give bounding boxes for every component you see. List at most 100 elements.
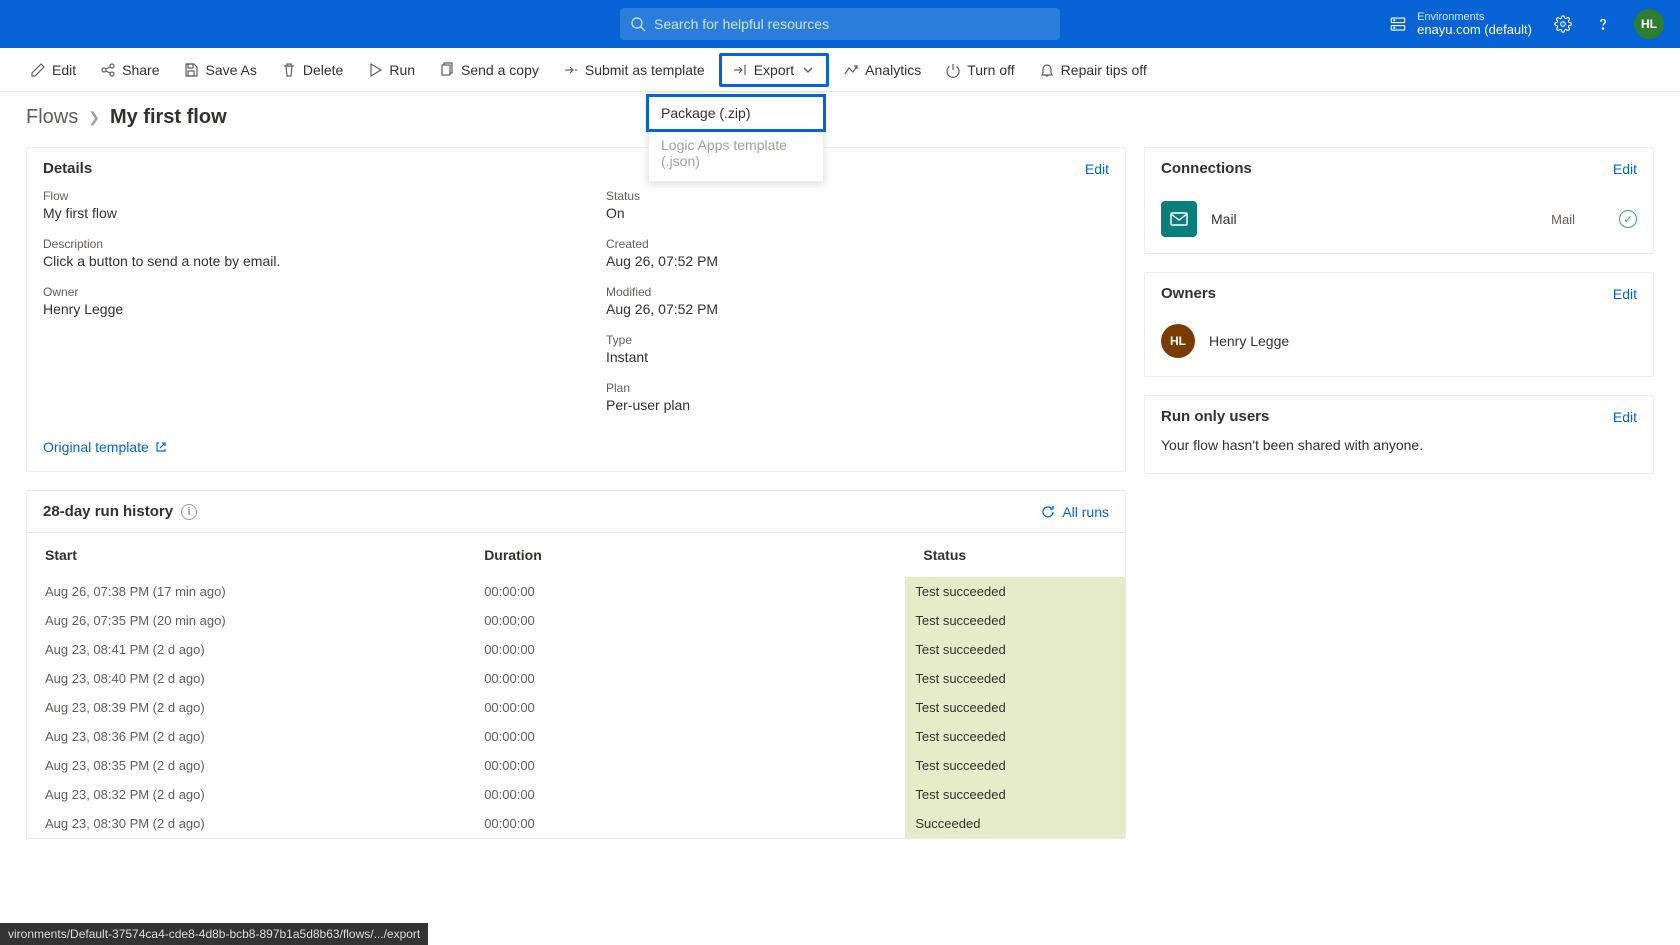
details-edit-link[interactable]: Edit: [1085, 161, 1109, 177]
connections-card: Connections Edit Mail Mail ✓: [1144, 147, 1654, 254]
share-button[interactable]: Share: [90, 56, 169, 84]
table-row[interactable]: Aug 23, 08:35 PM (2 d ago)00:00:00Test s…: [27, 751, 1125, 780]
info-icon[interactable]: i: [181, 504, 197, 520]
created-label: Created: [606, 237, 1109, 251]
table-row[interactable]: Aug 23, 08:36 PM (2 d ago)00:00:00Test s…: [27, 722, 1125, 751]
col-duration: Duration: [466, 533, 905, 578]
table-row[interactable]: Aug 23, 08:40 PM (2 d ago)00:00:00Test s…: [27, 664, 1125, 693]
export-button[interactable]: Export: [719, 53, 829, 87]
submit-template-button[interactable]: Submit as template: [553, 56, 715, 84]
help-button[interactable]: [1594, 15, 1612, 33]
table-row[interactable]: Aug 26, 07:35 PM (20 min ago)00:00:00Tes…: [27, 606, 1125, 635]
status-url: vironments/Default-37574ca4-cde8-4d8b-bc…: [0, 923, 428, 945]
analytics-button[interactable]: Analytics: [833, 56, 931, 84]
analytics-label: Analytics: [865, 62, 921, 78]
plan-label: Plan: [606, 381, 1109, 395]
save-icon: [183, 62, 199, 78]
settings-button[interactable]: [1554, 15, 1572, 33]
mail-icon: [1161, 201, 1197, 237]
run-only-users-edit-link[interactable]: Edit: [1613, 409, 1637, 425]
export-package-zip[interactable]: Package (.zip): [646, 94, 826, 132]
search-box[interactable]: [620, 8, 1060, 40]
all-runs-link[interactable]: All runs: [1040, 504, 1109, 520]
table-row[interactable]: Aug 23, 08:41 PM (2 d ago)00:00:00Test s…: [27, 635, 1125, 664]
run-start: Aug 23, 08:36 PM (2 d ago): [27, 722, 466, 751]
type-value: Instant: [606, 349, 1109, 365]
edit-label: Edit: [52, 62, 76, 78]
run-start: Aug 23, 08:39 PM (2 d ago): [27, 693, 466, 722]
export-logic-apps-json[interactable]: Logic Apps template (.json): [649, 129, 823, 177]
run-status: Test succeeded: [905, 722, 1125, 751]
bell-icon: [1039, 62, 1055, 78]
run-start: Aug 23, 08:32 PM (2 d ago): [27, 780, 466, 809]
table-row[interactable]: Aug 23, 08:39 PM (2 d ago)00:00:00Test s…: [27, 693, 1125, 722]
col-status: Status: [905, 533, 1125, 578]
delete-button[interactable]: Delete: [271, 56, 353, 84]
connections-edit-link[interactable]: Edit: [1613, 161, 1637, 177]
send-copy-button[interactable]: Send a copy: [429, 56, 549, 84]
original-template-link[interactable]: Original template: [43, 439, 167, 455]
details-card: Details Edit Flow My first flow Descript…: [26, 147, 1126, 472]
environment-picker[interactable]: Environments enayu.com (default): [1389, 11, 1532, 37]
gear-icon: [1554, 15, 1572, 33]
connection-name: Mail: [1211, 211, 1537, 227]
turn-off-button[interactable]: Turn off: [935, 56, 1024, 84]
open-external-icon: [155, 441, 167, 453]
connections-title: Connections: [1161, 160, 1252, 177]
all-runs-label: All runs: [1062, 504, 1109, 520]
chart-icon: [843, 62, 859, 78]
export-icon: [732, 62, 748, 78]
run-status: Test succeeded: [905, 693, 1125, 722]
run-label: Run: [389, 62, 415, 78]
run-duration: 00:00:00: [466, 606, 905, 635]
environment-name: enayu.com (default): [1417, 23, 1532, 37]
flow-label: Flow: [43, 189, 546, 203]
repair-tips-button[interactable]: Repair tips off: [1029, 56, 1157, 84]
table-row[interactable]: Aug 23, 08:30 PM (2 d ago)00:00:00Succee…: [27, 809, 1125, 838]
owners-card: Owners Edit HL Henry Legge: [1144, 272, 1654, 377]
run-status: Test succeeded: [905, 606, 1125, 635]
breadcrumb: Flows ❯ My first flow: [0, 92, 1680, 129]
run-duration: 00:00:00: [466, 809, 905, 838]
plan-value: Per-user plan: [606, 397, 1109, 413]
run-duration: 00:00:00: [466, 693, 905, 722]
run-status: Test succeeded: [905, 635, 1125, 664]
repair-tips-label: Repair tips off: [1061, 62, 1147, 78]
table-row[interactable]: Aug 26, 07:38 PM (17 min ago)00:00:00Tes…: [27, 577, 1125, 606]
command-bar: Edit Share Save As Delete Run Send a cop…: [0, 48, 1680, 92]
user-avatar[interactable]: HL: [1634, 9, 1664, 39]
question-icon: [1594, 15, 1612, 33]
owner-label: Owner: [43, 285, 546, 299]
export-dropdown: Package (.zip) Logic Apps template (.jso…: [648, 92, 824, 182]
share-label: Share: [122, 62, 159, 78]
modified-value: Aug 26, 07:52 PM: [606, 301, 1109, 317]
share-icon: [100, 62, 116, 78]
edit-button[interactable]: Edit: [20, 56, 86, 84]
description-value: Click a button to send a note by email.: [43, 253, 546, 269]
breadcrumb-current: My first flow: [110, 106, 227, 129]
save-as-button[interactable]: Save As: [173, 56, 266, 84]
run-history-table: Start Duration Status Aug 26, 07:38 PM (…: [27, 532, 1125, 838]
connection-sub: Mail: [1551, 212, 1575, 227]
run-only-users-body: Your flow hasn't been shared with anyone…: [1145, 437, 1653, 473]
run-button[interactable]: Run: [357, 56, 425, 84]
run-start: Aug 23, 08:41 PM (2 d ago): [27, 635, 466, 664]
breadcrumb-root[interactable]: Flows: [26, 106, 78, 129]
submit-template-label: Submit as template: [585, 62, 705, 78]
run-duration: 00:00:00: [466, 664, 905, 693]
run-history-card: 28-day run history i All runs Start Dura…: [26, 490, 1126, 839]
owners-edit-link[interactable]: Edit: [1613, 286, 1637, 302]
run-status: Test succeeded: [905, 751, 1125, 780]
connection-row[interactable]: Mail Mail ✓: [1145, 189, 1653, 253]
environment-label: Environments: [1417, 11, 1532, 23]
run-duration: 00:00:00: [466, 780, 905, 809]
table-row[interactable]: Aug 23, 08:32 PM (2 d ago)00:00:00Test s…: [27, 780, 1125, 809]
flow-value: My first flow: [43, 205, 546, 221]
environment-icon: [1389, 15, 1407, 33]
template-icon: [563, 62, 579, 78]
owner-avatar: HL: [1161, 324, 1195, 358]
send-copy-label: Send a copy: [461, 62, 539, 78]
owner-name: Henry Legge: [1209, 333, 1289, 349]
search-input[interactable]: [654, 16, 1050, 32]
status-label: Status: [606, 189, 1109, 203]
